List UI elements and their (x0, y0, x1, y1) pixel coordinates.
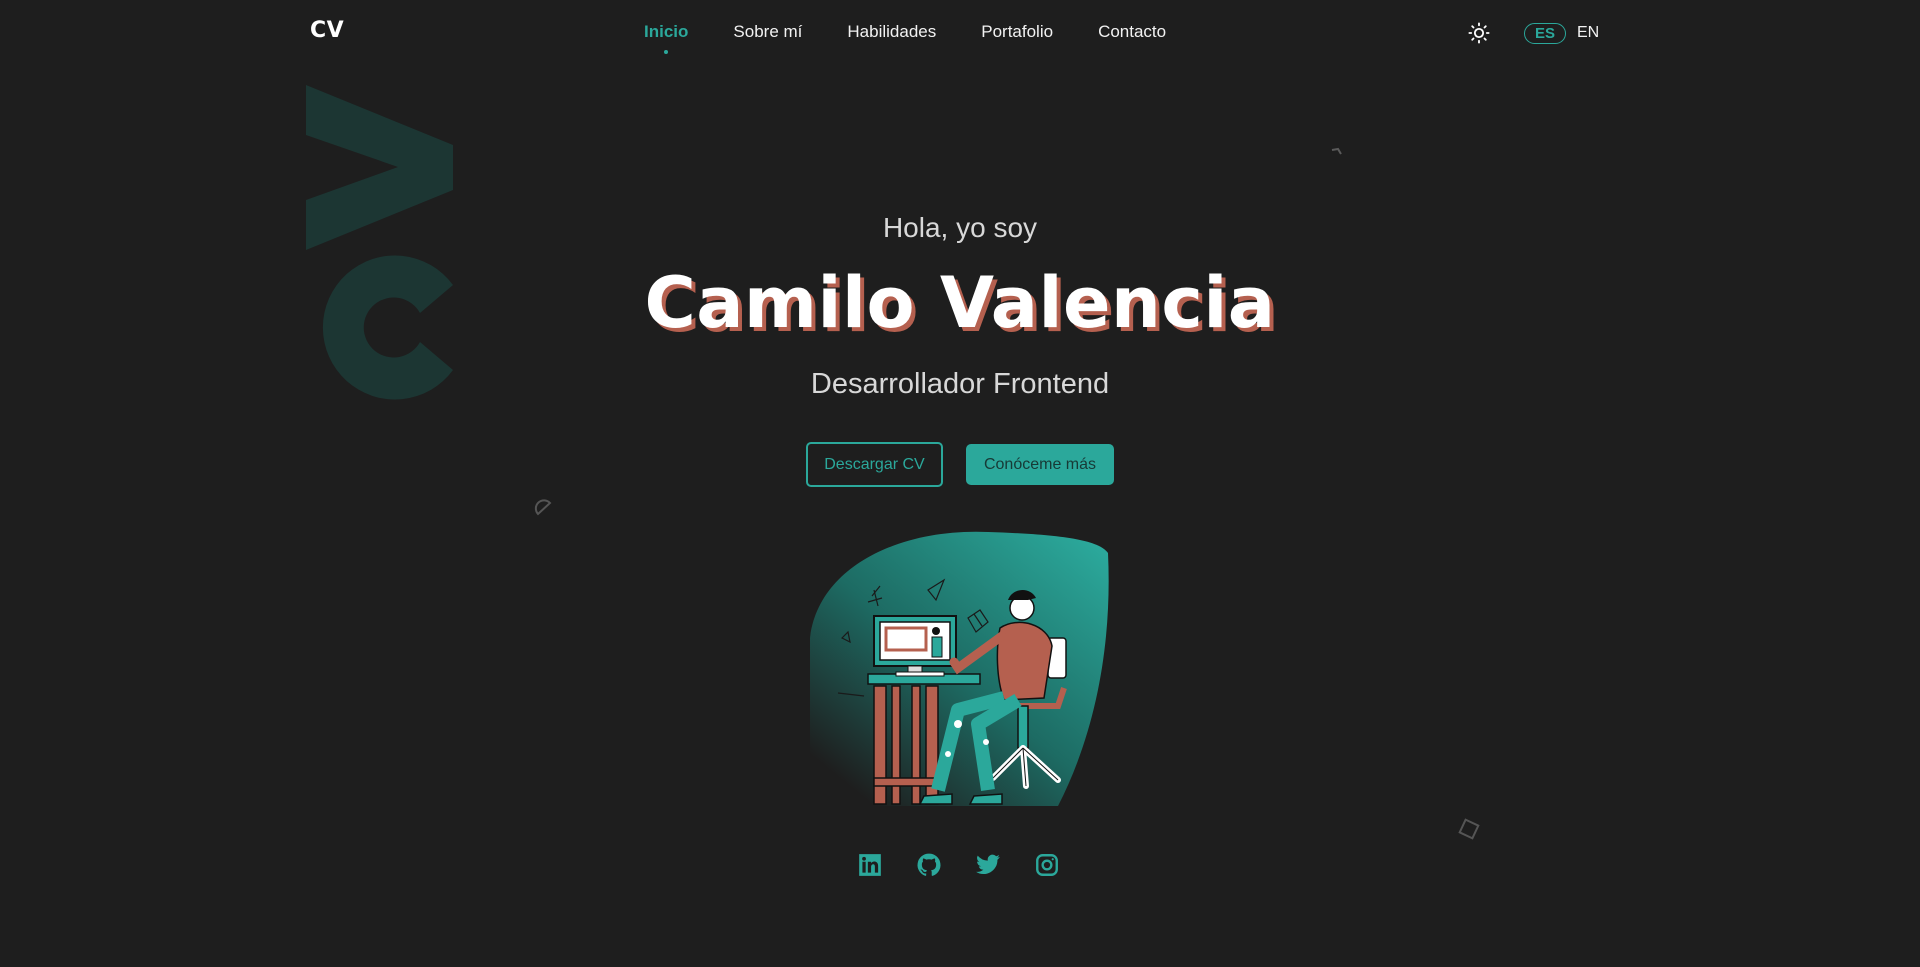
navbar: CV Inicio Sobre mí Habilidades Portafoli… (0, 0, 1920, 68)
sun-icon[interactable] (1468, 22, 1490, 44)
know-more-button[interactable]: Conóceme más (966, 444, 1114, 485)
nav-links: Inicio Sobre mí Habilidades Portafolio C… (644, 22, 1166, 54)
github-icon[interactable] (916, 852, 942, 878)
deco-half-circle (534, 499, 552, 516)
lang-en-button[interactable]: EN (1577, 24, 1599, 42)
developer-illustration (810, 531, 1109, 806)
nav-item-habilidades[interactable]: Habilidades (847, 22, 936, 42)
nav-item-contacto[interactable]: Contacto (1098, 22, 1166, 42)
nav-item-sobre-mi[interactable]: Sobre mí (733, 22, 802, 42)
linkedin-icon[interactable] (857, 852, 883, 878)
instagram-icon[interactable] (1034, 852, 1060, 878)
deco-diamond (1458, 818, 1480, 840)
deco-hook (1331, 147, 1342, 155)
hero-buttons: Descargar CV Conóceme más (806, 442, 1114, 487)
lang-es-button[interactable]: ES (1524, 23, 1567, 44)
hero-role: Desarrollador Frontend (810, 368, 1110, 400)
twitter-icon[interactable] (975, 852, 1001, 878)
nav-item-inicio[interactable]: Inicio (644, 22, 688, 54)
logo[interactable]: CV (310, 18, 344, 43)
hero-name: Camilo Valencia (644, 262, 1276, 344)
download-cv-button[interactable]: Descargar CV (806, 442, 943, 487)
hero-greeting: Hola, yo soy (882, 212, 1038, 243)
social-links (857, 852, 1060, 878)
nav-item-portafolio[interactable]: Portafolio (981, 22, 1053, 42)
